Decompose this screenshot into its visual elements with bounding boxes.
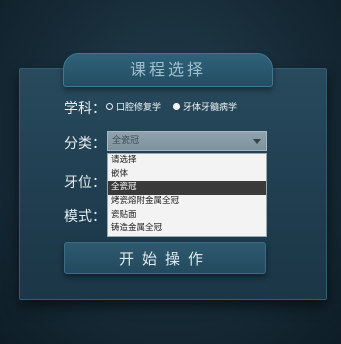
start-operation-button[interactable]: 开始操作 [64, 242, 266, 274]
dropdown-option[interactable]: 铸造金属全冠 [108, 222, 266, 236]
subject-radio-group: 口腔修复学 牙体牙髓病学 [106, 100, 237, 113]
chevron-down-icon [253, 139, 261, 144]
dropdown-option[interactable]: 嵌体 [108, 168, 266, 182]
panel-title: 课程选择 [63, 53, 273, 87]
mode-label: 模式： [64, 209, 106, 225]
radio-checked-icon [173, 103, 181, 110]
radio-label: 口腔修复学 [116, 103, 162, 113]
dropdown-option[interactable]: 瓷贴面 [108, 209, 266, 223]
category-label: 分类： [64, 136, 106, 152]
category-dropdown-list: 请选择 嵌体 全瓷冠 烤瓷熔附金属全冠 瓷贴面 铸造金属全冠 [107, 153, 267, 238]
tooth-position-label: 牙位： [64, 175, 106, 191]
radio-prosthodontics[interactable]: 口腔修复学 [106, 100, 161, 113]
dropdown-option[interactable]: 请选择 [108, 154, 266, 168]
radio-label: 牙体牙髓病学 [183, 103, 238, 113]
radio-unchecked-icon [106, 103, 113, 110]
radio-endodontics[interactable]: 牙体牙髓病学 [173, 100, 237, 113]
category-select-value: 全瓷冠 [112, 136, 140, 146]
dropdown-option[interactable]: 烤瓷熔附金属全冠 [108, 195, 266, 209]
category-select[interactable]: 全瓷冠 [107, 131, 267, 151]
dropdown-option-selected[interactable]: 全瓷冠 [108, 181, 266, 196]
subject-label: 学科： [64, 101, 106, 117]
